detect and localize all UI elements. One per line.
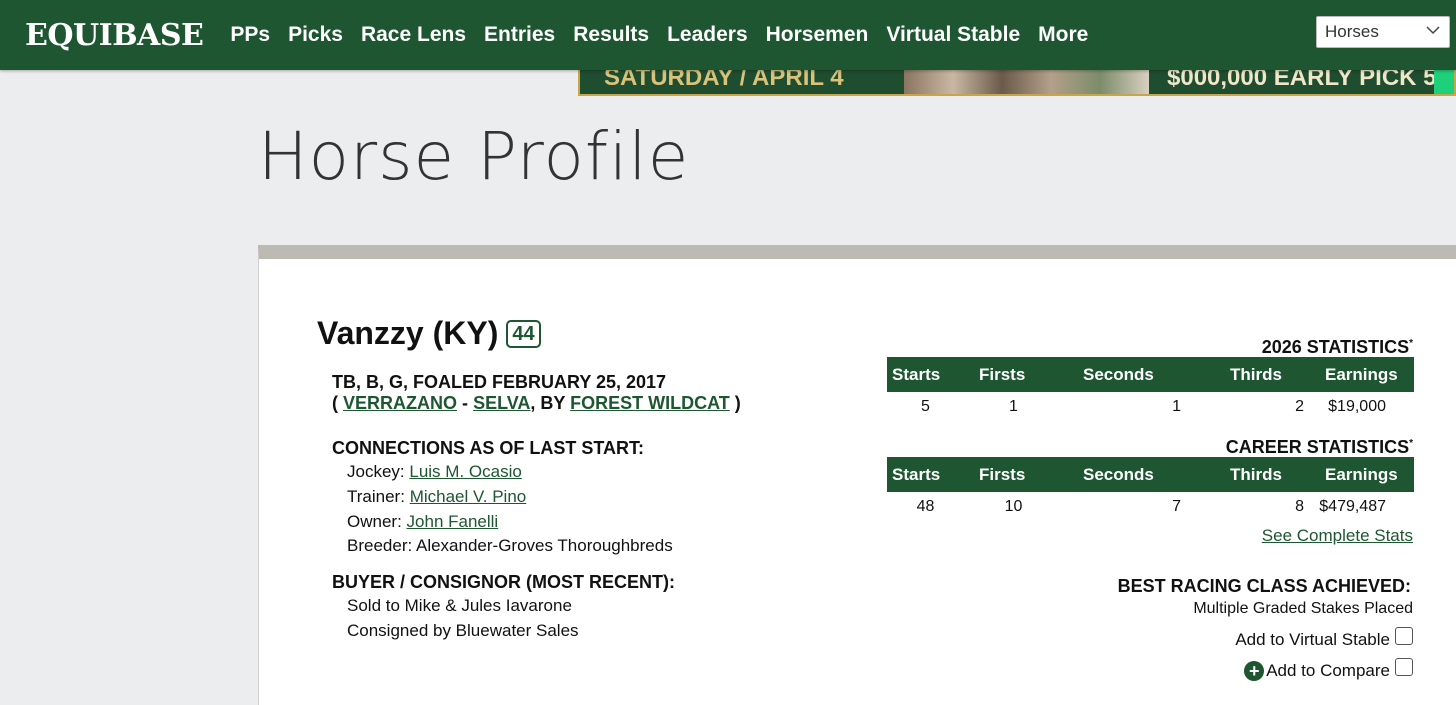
pedigree-open-paren: (	[332, 393, 338, 413]
speed-rating-badge: 44	[506, 319, 541, 348]
owner-link[interactable]: John Fanelli	[407, 512, 499, 531]
year-stats-title: 2026 STATISTICS*	[1262, 337, 1413, 358]
nav-item-virtual-stable[interactable]: Virtual Stable	[886, 23, 1020, 47]
pedigree-line: ( VERRAZANO - SELVA, BY FOREST WILDCAT )	[332, 393, 741, 414]
add-compare-label[interactable]: Add to Compare	[1266, 661, 1390, 681]
career-thirds: 8	[1295, 498, 1304, 515]
banner-accent	[1434, 66, 1454, 94]
year-seconds: 1	[1172, 398, 1181, 415]
horse-name-row: Vanzzy (KY) 44	[317, 315, 541, 352]
header-thirds: Thirds	[1195, 357, 1310, 392]
jockey-link[interactable]: Luis M. Ocasio	[409, 462, 521, 481]
best-class-value: Multiple Graded Stakes Placed	[1193, 600, 1413, 617]
career-stats-table: Starts Firsts Seconds Thirds Earnings 48…	[887, 457, 1414, 522]
damsire-link[interactable]: FOREST WILDCAT	[570, 393, 730, 413]
career-firsts: 10	[1004, 498, 1023, 515]
trainer-line: Trainer: Michael V. Pino	[347, 487, 526, 507]
promo-banner[interactable]: SATURDAY / APRIL 4 $000,000 EARLY PICK 5	[578, 66, 1456, 96]
search-type-select[interactable]: Horses	[1316, 16, 1450, 48]
search-type-value: Horses	[1325, 22, 1379, 41]
owner-label: Owner:	[347, 512, 402, 531]
nav-item-horsemen[interactable]: Horsemen	[766, 23, 869, 47]
sales-heading: BUYER / CONSIGNOR (MOST RECENT):	[332, 572, 676, 592]
add-virtual-stable-label[interactable]: Add to Virtual Stable	[1235, 630, 1390, 650]
career-stats-asterisk: *	[1409, 438, 1413, 449]
career-earnings: $479,487	[1319, 498, 1386, 515]
career-stats-value-row: 48 10 7 8 $479,487	[887, 492, 1414, 522]
horse-profile-card: Vanzzy (KY) 44 TB, B, G, FOALED FEBRUARY…	[258, 245, 1456, 705]
sire-link[interactable]: VERRAZANO	[343, 393, 457, 413]
header-firsts: Firsts	[964, 457, 1063, 492]
header-earnings: Earnings	[1310, 357, 1414, 392]
pedigree-dash: -	[462, 393, 469, 413]
trainer-link[interactable]: Michael V. Pino	[410, 487, 527, 506]
nav-item-results[interactable]: Results	[573, 23, 649, 47]
page-title: Horse Profile	[258, 118, 690, 195]
header-firsts: Firsts	[964, 357, 1063, 392]
nav-item-leaders[interactable]: Leaders	[667, 23, 748, 47]
header-seconds: Seconds	[1063, 357, 1195, 392]
nav-item-race-lens[interactable]: Race Lens	[361, 23, 466, 47]
top-nav: EQUIBASE PPs Picks Race Lens Entries Res…	[0, 0, 1456, 70]
nav-item-picks[interactable]: Picks	[288, 23, 343, 47]
header-starts: Starts	[887, 357, 964, 392]
best-class-heading: BEST RACING CLASS ACHIEVED:	[1117, 576, 1411, 596]
year-earnings: $19,000	[1328, 398, 1386, 415]
add-compare-checkbox[interactable]	[1395, 658, 1413, 676]
horse-description: TB, B, G, FOALED FEBRUARY 25, 2017	[332, 372, 667, 392]
career-stats-title-text: CAREER STATISTICS	[1225, 437, 1410, 457]
dam-link[interactable]: SELVA	[473, 393, 530, 413]
banner-photo	[904, 66, 1149, 94]
career-seconds: 7	[1172, 498, 1181, 515]
add-virtual-stable-row[interactable]: Add to Virtual Stable	[1235, 627, 1413, 650]
jockey-line: Jockey: Luis M. Ocasio	[347, 462, 522, 482]
year-thirds: 2	[1295, 398, 1304, 415]
horse-name: Vanzzy (KY)	[317, 315, 499, 351]
plus-circle-icon[interactable]: +	[1244, 661, 1265, 681]
career-stats-header-row: Starts Firsts Seconds Thirds Earnings	[887, 457, 1414, 492]
owner-line: Owner: John Fanelli	[347, 512, 498, 532]
year-stats-value-row: 5 1 1 2 $19,000	[887, 392, 1414, 422]
header-seconds: Seconds	[1063, 457, 1195, 492]
consigned-by-line: Consigned by Bluewater Sales	[347, 621, 579, 640]
equibase-logo[interactable]: EQUIBASE	[25, 18, 204, 53]
career-stats-title: CAREER STATISTICS*	[1226, 437, 1413, 458]
year-stats-header-row: Starts Firsts Seconds Thirds Earnings	[887, 357, 1414, 392]
year-stats-title-text: 2026 STATISTICS	[1261, 337, 1410, 357]
pedigree-by-label: , BY	[530, 393, 566, 413]
year-firsts: 1	[1009, 398, 1018, 415]
nav-item-pps[interactable]: PPs	[230, 23, 270, 47]
breeder-line: Breeder: Alexander-Groves Thoroughbreds	[347, 536, 673, 555]
year-starts: 5	[921, 398, 930, 415]
sold-to-line: Sold to Mike & Jules Iavarone	[347, 596, 572, 615]
add-compare-row[interactable]: + Add to Compare	[1244, 658, 1413, 681]
nav-item-entries[interactable]: Entries	[484, 23, 555, 47]
header-thirds: Thirds	[1195, 457, 1310, 492]
connections-heading: CONNECTIONS AS OF LAST START:	[332, 438, 644, 458]
header-starts: Starts	[887, 457, 964, 492]
year-stats-asterisk: *	[1409, 338, 1413, 349]
nav-item-more[interactable]: More	[1038, 23, 1088, 47]
career-starts: 48	[916, 498, 935, 515]
see-complete-stats-link[interactable]: See Complete Stats	[1262, 526, 1413, 546]
add-virtual-stable-checkbox[interactable]	[1395, 627, 1413, 645]
trainer-label: Trainer:	[347, 487, 405, 506]
header-earnings: Earnings	[1310, 457, 1414, 492]
year-stats-table: Starts Firsts Seconds Thirds Earnings 5 …	[887, 357, 1414, 422]
jockey-label: Jockey:	[347, 462, 405, 481]
chevron-down-icon	[1426, 26, 1440, 35]
pedigree-close-paren: )	[734, 393, 741, 413]
